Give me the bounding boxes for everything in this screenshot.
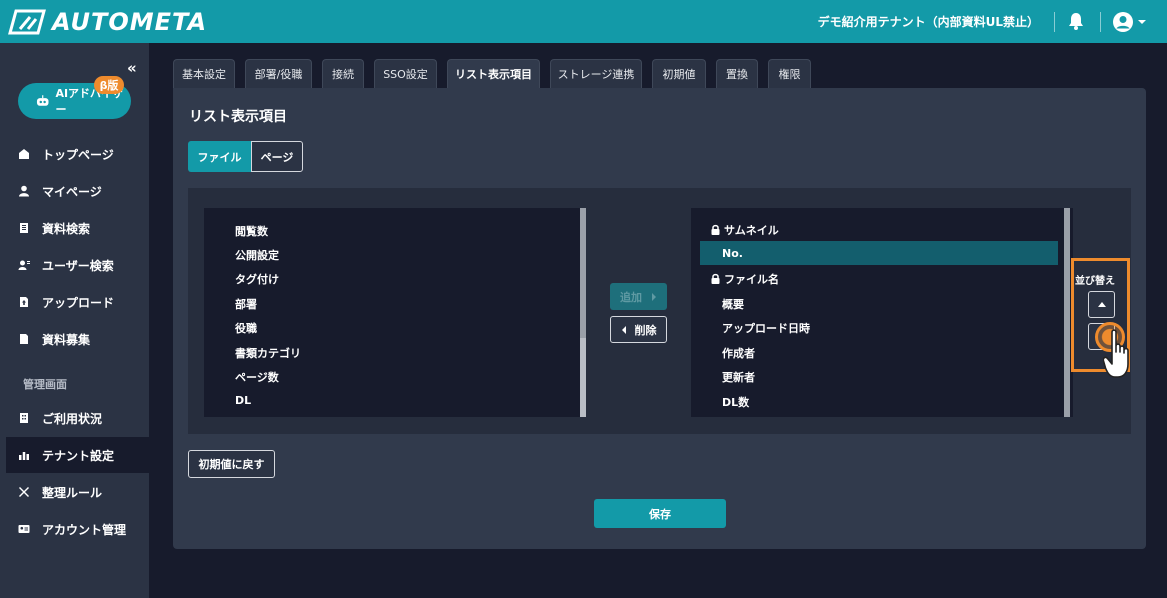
home-icon [18, 148, 30, 160]
sidebar-item-label: ユーザー検索 [42, 258, 114, 273]
list-item[interactable]: 書類カテゴリ [235, 345, 301, 361]
sidebar-item-label: アカウント管理 [42, 522, 127, 537]
sidebar-item-label: 整理ルール [42, 485, 103, 500]
user-search-icon [18, 259, 30, 271]
list-item[interactable]: 作成者 [722, 345, 755, 361]
sidebar: « AIアドバイザー β版 トップページ マイページ 資料検索 ユーザー検索 ア… [0, 43, 149, 598]
list-item[interactable]: ファイル名 [711, 271, 779, 287]
tab-default-values[interactable]: 初期値 [652, 59, 706, 88]
sidebar-item-label: 資料検索 [42, 221, 91, 236]
list-item[interactable]: 更新者 [722, 369, 755, 385]
sidebar-item-label: ご利用状況 [42, 411, 103, 426]
tab-connection[interactable]: 接続 [322, 59, 364, 88]
admin-section-heading: 管理画面 [23, 378, 67, 391]
logo-icon [8, 9, 46, 35]
document-search-icon [18, 222, 30, 234]
file-icon [18, 333, 30, 345]
list-item[interactable]: 概要 [722, 296, 744, 312]
sidebar-item-organize-rules[interactable]: 整理ルール [0, 474, 149, 510]
page-title: リスト表示項目 [189, 109, 287, 125]
tab-list-display-items[interactable]: リスト表示項目 [447, 59, 540, 88]
save-button[interactable]: 保存 [594, 499, 726, 528]
sidebar-item-document-request[interactable]: 資料募集 [0, 321, 149, 357]
selected-items-list[interactable]: サムネイル No. ファイル名 概要 アップロード日時 作成者 更新者 DL数 [691, 208, 1073, 417]
list-item[interactable]: アップロード日時 [722, 320, 810, 336]
delete-button-label: 削除 [634, 323, 657, 337]
reset-defaults-button[interactable]: 初期値に戻す [188, 450, 275, 478]
top-header: AUTOMETA デモ紹介用テナント（内部資料UL禁止） [0, 0, 1167, 43]
logo[interactable]: AUTOMETA [8, 8, 207, 36]
list-item-selected[interactable]: No. [722, 247, 743, 260]
add-button[interactable]: 追加 [610, 283, 667, 310]
id-card-icon [18, 523, 30, 535]
building-icon [18, 412, 30, 424]
header-divider [1054, 12, 1055, 32]
chevron-right-icon [652, 292, 656, 301]
header-divider [1100, 12, 1101, 32]
list-item[interactable]: サムネイル [711, 222, 779, 238]
tab-departments-roles[interactable]: 部署/役職 [245, 59, 312, 88]
sidebar-item-label: テナント設定 [42, 448, 115, 463]
selected-row-highlight [700, 241, 1058, 265]
tenant-name[interactable]: デモ紹介用テナント（内部資料UL禁止） [818, 13, 1039, 30]
list-item[interactable]: 部署 [235, 296, 257, 312]
list-item-label: サムネイル [724, 224, 779, 237]
list-item-label: ファイル名 [724, 273, 779, 286]
upload-icon [18, 296, 30, 308]
list-item[interactable]: タグ付け [235, 271, 279, 287]
sidebar-item-tenant-settings[interactable]: テナント設定 [6, 437, 149, 473]
tab-storage-integration[interactable]: ストレージ連携 [550, 59, 642, 88]
segment-file-button[interactable]: ファイル [188, 141, 251, 172]
tab-basic-settings[interactable]: 基本設定 [173, 59, 235, 88]
sidebar-item-usage[interactable]: ご利用状況 [0, 400, 149, 436]
tab-replace[interactable]: 置換 [716, 59, 758, 88]
list-item[interactable]: 閲覧数 [235, 223, 268, 239]
sidebar-item-top-page[interactable]: トップページ [0, 136, 149, 172]
scrollbar-thumb[interactable] [580, 208, 586, 338]
sidebar-item-document-search[interactable]: 資料検索 [0, 210, 149, 246]
avatar-icon [1113, 12, 1133, 32]
add-button-label: 追加 [620, 290, 642, 304]
chevron-down-icon [1138, 20, 1146, 24]
sidebar-item-user-search[interactable]: ユーザー検索 [0, 247, 149, 283]
scrollbar-thumb[interactable] [1064, 208, 1070, 417]
sidebar-item-label: アップロード [42, 295, 115, 310]
list-item[interactable]: 公開設定 [235, 247, 279, 263]
lock-icon [711, 224, 720, 235]
segment-page-button[interactable]: ページ [251, 141, 303, 172]
logo-text: AUTOMETA [52, 8, 208, 36]
sidebar-item-label: マイページ [42, 184, 102, 199]
sidebar-item-upload[interactable]: アップロード [0, 284, 149, 320]
scrollbar[interactable] [1064, 208, 1070, 417]
tab-permissions[interactable]: 権限 [768, 59, 811, 88]
sidebar-item-label: トップページ [42, 147, 114, 162]
list-item[interactable]: 役職 [235, 320, 257, 336]
sidebar-item-account-management[interactable]: アカウント管理 [0, 511, 149, 547]
tools-icon [18, 486, 30, 498]
scrollbar[interactable] [580, 208, 586, 417]
list-item[interactable]: DL [235, 394, 251, 407]
notification-bell-icon[interactable] [1068, 12, 1084, 34]
chart-icon [18, 449, 30, 461]
tab-sso-settings[interactable]: SSO設定 [374, 59, 437, 88]
user-icon [18, 185, 30, 197]
available-items-list[interactable]: 閲覧数 公開設定 タグ付け 部署 役職 書類カテゴリ ページ数 DL [204, 208, 586, 417]
user-menu[interactable] [1112, 11, 1147, 33]
collapse-sidebar-icon[interactable]: « [127, 59, 137, 77]
robot-icon [36, 95, 49, 106]
lock-icon [711, 273, 720, 284]
delete-button[interactable]: 削除 [610, 316, 667, 343]
sidebar-item-my-page[interactable]: マイページ [0, 173, 149, 209]
list-item[interactable]: ページ数 [235, 369, 279, 385]
pointer-hand-icon [1102, 328, 1139, 388]
chevron-left-icon [621, 325, 626, 334]
beta-badge: β版 [94, 76, 124, 94]
sidebar-item-label: 資料募集 [42, 332, 91, 347]
list-item[interactable]: DL数 [722, 394, 749, 410]
